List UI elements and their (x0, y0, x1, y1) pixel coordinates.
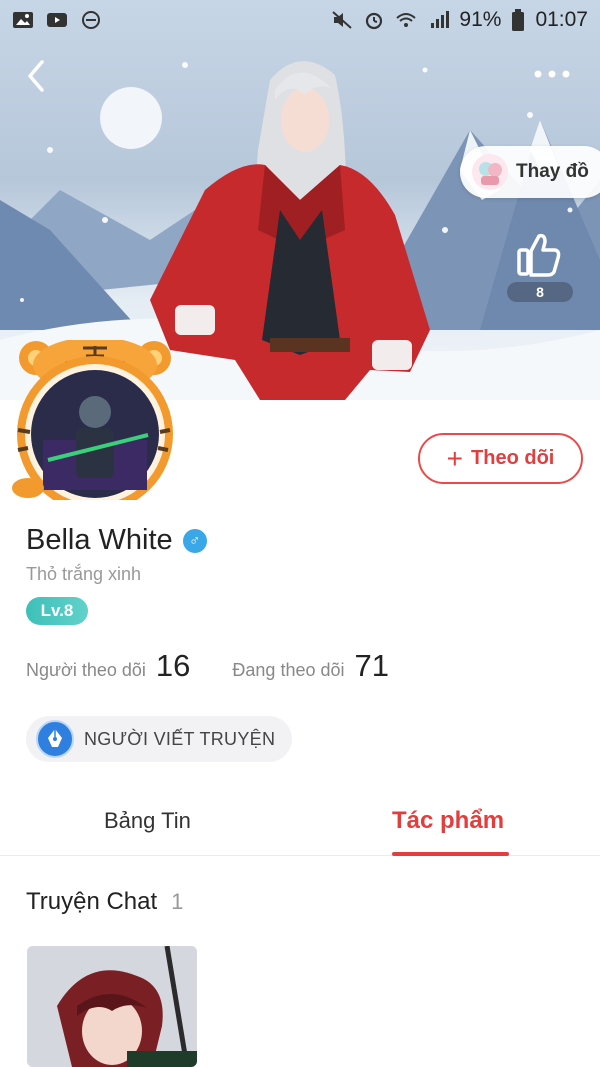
outfit-thumbnail-icon (472, 154, 508, 190)
plus-icon: + (446, 442, 464, 474)
change-outfit-label: Thay đồ (516, 161, 589, 182)
do-not-disturb-icon (82, 11, 100, 29)
level-badge: Lv.8 (26, 597, 88, 625)
battery-icon (512, 9, 525, 31)
status-time: 01:07 (535, 8, 588, 31)
writer-badge[interactable]: NGƯỜI VIẾT TRUYỆN (26, 716, 292, 762)
signal-icon (431, 11, 450, 28)
like-button[interactable]: 8 (505, 230, 573, 304)
back-arrow-icon[interactable] (22, 58, 54, 94)
alarm-icon (366, 12, 383, 30)
follow-button[interactable]: + Theo dõi (418, 433, 583, 484)
follow-button-label: Theo dõi (471, 447, 555, 469)
profile-name: Bella White (26, 524, 173, 556)
thumbs-up-icon (517, 233, 561, 277)
image-icon (13, 12, 33, 28)
mute-icon (332, 11, 353, 29)
pen-nib-icon (36, 720, 74, 758)
tab-feed[interactable]: Bảng Tin (104, 808, 191, 834)
tab-works[interactable]: Tác phẩm (392, 807, 504, 835)
wifi-icon (396, 13, 417, 27)
active-tab-indicator (392, 852, 509, 856)
chat-stories-header: Truyện Chat 1 (26, 888, 183, 916)
youtube-icon (47, 13, 67, 27)
following-count[interactable]: 71 (355, 648, 389, 684)
followers-count[interactable]: 16 (156, 648, 190, 684)
follow-stats: Người theo dõi 16 Đang theo dõi 71 (26, 648, 389, 684)
section-title: Truyện Chat (26, 888, 158, 915)
following-label[interactable]: Đang theo dõi (232, 660, 344, 681)
profile-name-row: Bella White ♂ (26, 524, 207, 557)
writer-badge-label: NGƯỜI VIẾT TRUYỆN (84, 728, 276, 749)
change-outfit-button[interactable]: Thay đồ (460, 146, 600, 198)
battery-percent: 91% (459, 8, 502, 31)
profile-tabs: Bảng Tin Tác phẩm (0, 790, 600, 856)
section-count: 1 (171, 889, 184, 914)
story-card[interactable] (27, 946, 197, 1067)
male-gender-icon: ♂ (182, 528, 207, 553)
character-illustration (150, 61, 430, 400)
tiger-frame-avatar-icon (12, 337, 173, 512)
followers-label[interactable]: Người theo dõi (26, 660, 146, 681)
like-count: 8 (507, 282, 573, 302)
status-bar: 91% 01:07 (0, 0, 600, 40)
profile-bio: Thỏ trắng xinh (26, 564, 142, 584)
more-options-icon[interactable] (532, 62, 572, 86)
avatar[interactable] (8, 337, 178, 512)
story-cover-image (27, 946, 197, 1067)
